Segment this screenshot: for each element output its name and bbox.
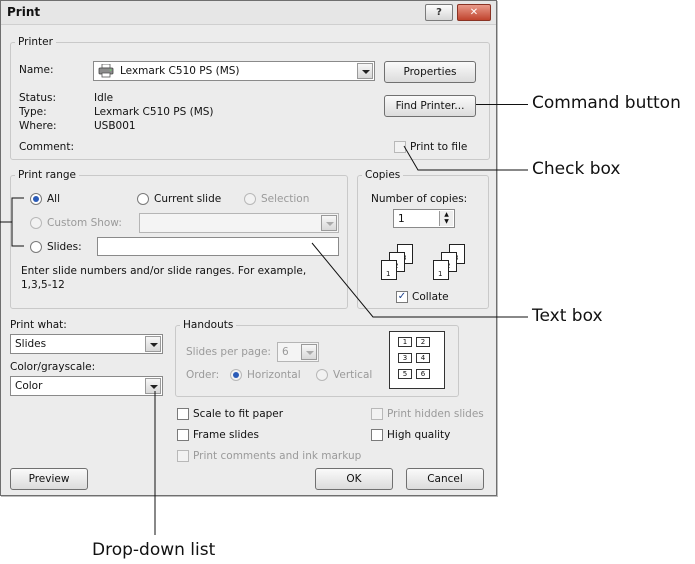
callout-drop-down-list: Drop-down list — [92, 540, 216, 560]
callout-text-box: Text box — [532, 306, 603, 326]
callout-check-box: Check box — [532, 159, 621, 179]
callout-lines — [0, 145, 528, 535]
